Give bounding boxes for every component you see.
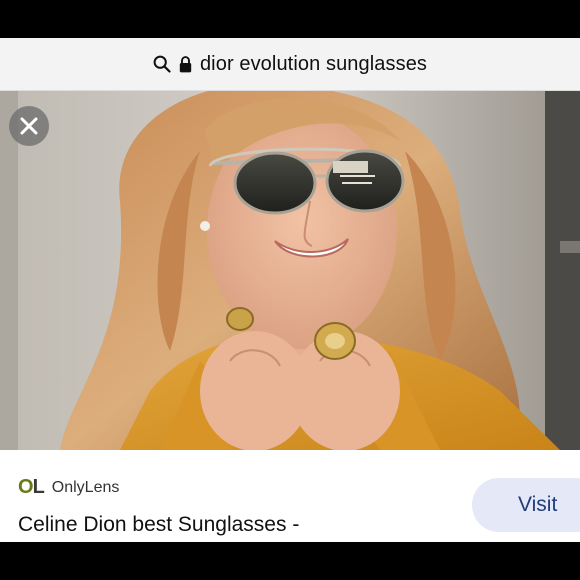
result-title-link[interactable]: Celine Dion best Sunglasses -: [18, 513, 299, 537]
result-image[interactable]: [0, 91, 580, 450]
result-card: O L OnlyLens Celine Dion best Sunglasses…: [0, 450, 580, 542]
search-query: dior evolution sunglasses: [199, 52, 428, 75]
source-logo: O L: [18, 476, 45, 499]
photo-illustration: [0, 91, 580, 450]
logo-letter-l: L: [32, 476, 45, 498]
bottom-bar: [0, 542, 580, 580]
logo-letter-o: O: [18, 476, 34, 498]
search-icon: [153, 55, 171, 73]
source-name: OnlyLens: [51, 478, 120, 496]
close-icon: [19, 116, 39, 136]
close-button[interactable]: [9, 106, 49, 146]
status-bar: [0, 0, 580, 38]
source-row[interactable]: O L OnlyLens: [18, 476, 119, 499]
lock-icon: [179, 55, 192, 73]
address-bar-content: dior evolution sunglasses: [153, 53, 427, 76]
address-bar[interactable]: dior evolution sunglasses: [0, 38, 580, 91]
visit-button[interactable]: Visit: [472, 478, 580, 532]
